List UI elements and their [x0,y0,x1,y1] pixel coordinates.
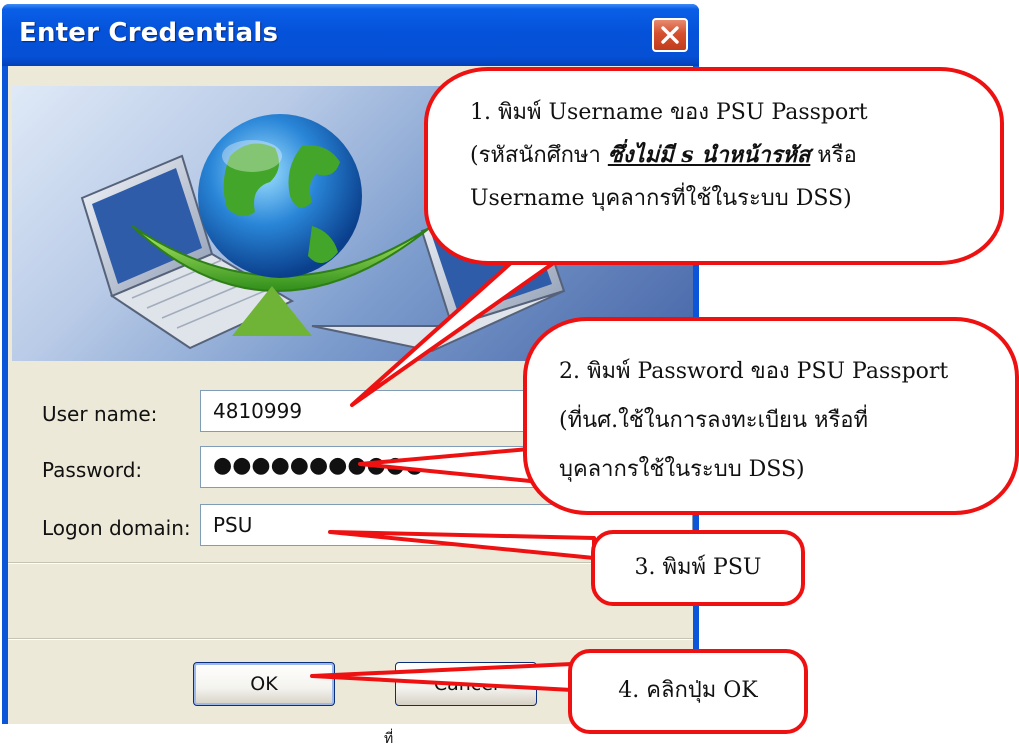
callout-step-2: 2. พิมพ์ Password ของ PSU Passport (ที่น… [523,317,1019,515]
callout-step-2-line-1: 2. พิมพ์ Password ของ PSU Passport [559,359,949,384]
callout-step-1-emphasis: ซึ่งไม่มี s นำหน้ารหัส [607,142,811,168]
callout-step-1-line-1: 1. พิมพ์ Username ของ PSU Passport [470,100,868,125]
callout-step-4: 4. คลิกปุ่ม OK [568,649,808,734]
callout-step-2-line-2: (ที่นศ.ใช้ในการลงทะเบียน หรือที่ [559,408,869,433]
callout-step-2-line-3: บุคลากรใช้ในระบบ DSS) [559,457,805,482]
callout-step-3: 3. พิมพ์ PSU [591,530,805,606]
callout-step-1-text: (รหัสนักศึกษา [470,143,608,168]
callout-step-1: 1. พิมพ์ Username ของ PSU Passport (รหัส… [424,67,1004,265]
callout-step-1-line-2: (รหัสนักศึกษา ซึ่งไม่มี s นำหน้ารหัส หรื… [470,134,1000,177]
footer-text: ที่ [384,731,394,747]
callout-step-1-text: หรือ [810,143,857,168]
callout-step-1-line-3: Username บุคลากรที่ใช้ในระบบ DSS) [470,186,852,211]
